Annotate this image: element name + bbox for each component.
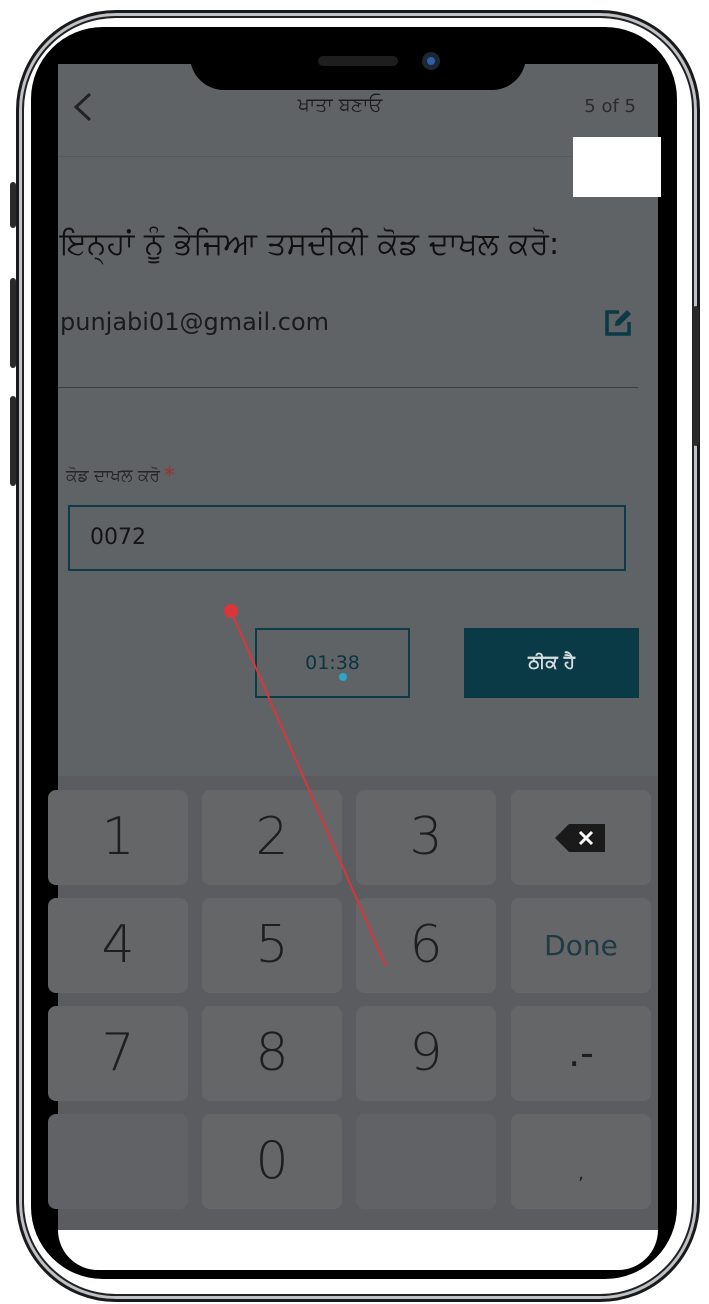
ok-button[interactable]: ਠੀਕ ਹੈ	[464, 628, 639, 698]
key-3[interactable]: 3	[356, 790, 496, 885]
backspace-key[interactable]	[511, 790, 651, 885]
key-5[interactable]: 5	[202, 898, 342, 993]
key-8[interactable]: 8	[202, 1006, 342, 1101]
code-label-text: ਕੋਡ ਦਾਖਲ ਕਰੋ	[66, 466, 160, 486]
code-field-label: ਕੋਡ ਦਾਖਲ ਕਰੋ *	[66, 462, 175, 489]
header-divider	[58, 156, 658, 157]
key-2[interactable]: 2	[202, 790, 342, 885]
empty-key-left	[48, 1114, 188, 1209]
key-7[interactable]: 7	[48, 1006, 188, 1101]
chevron-left-icon[interactable]	[72, 92, 94, 122]
edit-icon[interactable]	[602, 307, 634, 339]
key-9[interactable]: 9	[356, 1006, 496, 1101]
key-4[interactable]: 4	[48, 898, 188, 993]
empty-key-right	[356, 1114, 496, 1209]
front-camera	[422, 52, 440, 70]
comma-key[interactable]: ,	[511, 1114, 651, 1209]
page-title: ਖਾਤਾ ਬਣਾਓ	[297, 94, 383, 116]
backspace-icon	[555, 824, 605, 852]
step-counter: 5 of 5	[584, 96, 636, 117]
redacted-patch	[573, 137, 661, 197]
verification-prompt: ਇਨ੍ਹਾਂ ਨੂੰ ਭੇਜਿਆ ਤਸਦੀਕੀ ਕੋਡ ਦਾਖਲ ਕਰੋ:	[60, 226, 560, 262]
key-0[interactable]: 0	[202, 1114, 342, 1209]
done-key[interactable]: Done	[511, 898, 651, 993]
resend-timer-button[interactable]: 01:38	[255, 628, 410, 698]
verification-code-input[interactable]: 0072	[68, 505, 626, 571]
required-mark: *	[163, 464, 175, 489]
screen-bottom-area	[58, 1230, 658, 1270]
side-button-volume-down	[10, 396, 16, 486]
email-divider	[58, 387, 638, 388]
side-button-power	[693, 306, 699, 446]
key-6[interactable]: 6	[356, 898, 496, 993]
side-button-mute	[10, 182, 16, 228]
speaker-grille	[318, 56, 398, 66]
key-1[interactable]: 1	[48, 790, 188, 885]
side-button-volume-up	[10, 278, 16, 368]
dot-dash-key[interactable]: .-	[511, 1006, 651, 1101]
email-address: punjabi01@gmail.com	[60, 308, 330, 336]
